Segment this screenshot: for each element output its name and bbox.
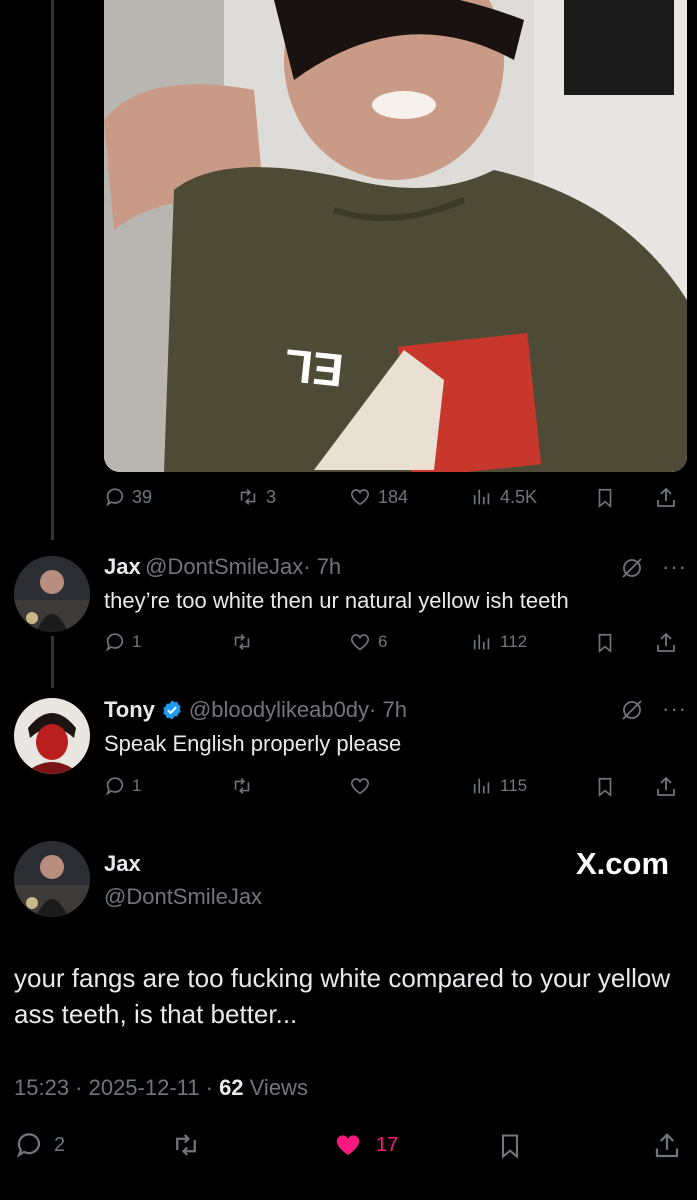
bookmark-icon bbox=[598, 777, 612, 798]
bookmark-button[interactable] bbox=[594, 631, 616, 655]
share-icon bbox=[655, 1133, 679, 1158]
analytics-icon bbox=[473, 634, 490, 650]
like-count: 6 bbox=[378, 632, 388, 651]
like-button[interactable]: 17 bbox=[332, 1130, 398, 1160]
reply-header: Tony @bloodylikeab0dy· 7h bbox=[104, 697, 407, 723]
analytics-icon bbox=[473, 778, 490, 794]
share-button[interactable] bbox=[654, 486, 678, 510]
repost-icon bbox=[234, 778, 250, 794]
views-button[interactable]: 4.5K bbox=[470, 486, 537, 508]
views-count: 62 bbox=[219, 1075, 244, 1100]
heart-icon bbox=[350, 634, 370, 651]
like-count: 184 bbox=[378, 486, 409, 507]
x-watermark: X.com bbox=[576, 846, 670, 881]
repost-icon bbox=[176, 1134, 196, 1156]
share-icon bbox=[657, 776, 675, 796]
analytics-icon bbox=[473, 489, 490, 505]
reply-icon bbox=[106, 777, 124, 796]
views-button[interactable]: 112 bbox=[470, 631, 527, 653]
post-time: · 7h bbox=[303, 554, 342, 579]
svg-text:EL: EL bbox=[282, 339, 346, 397]
repost-button[interactable] bbox=[170, 1130, 202, 1160]
repost-icon bbox=[240, 489, 256, 505]
post-time: · 7h bbox=[369, 697, 407, 722]
author-name[interactable]: Tony bbox=[104, 697, 155, 723]
repost-icon bbox=[234, 634, 250, 650]
reply-count: 39 bbox=[132, 486, 153, 507]
bookmark-button[interactable] bbox=[594, 775, 616, 799]
author-name[interactable]: Jax bbox=[104, 554, 141, 579]
share-button[interactable] bbox=[654, 775, 678, 799]
views-count: 4.5K bbox=[500, 486, 538, 507]
author-handle[interactable]: @bloodylikeab0dy bbox=[189, 697, 369, 722]
author-handle[interactable]: @DontSmileJax bbox=[104, 884, 262, 910]
avatar[interactable] bbox=[14, 556, 90, 632]
share-button[interactable] bbox=[654, 631, 678, 655]
thread-connector-mid bbox=[51, 636, 54, 688]
avatar[interactable] bbox=[14, 698, 90, 774]
bookmark-icon bbox=[598, 488, 612, 509]
reply-count: 1 bbox=[132, 632, 142, 651]
repost-button[interactable] bbox=[230, 775, 254, 797]
share-icon bbox=[657, 632, 675, 652]
grok-icon[interactable] bbox=[620, 698, 644, 727]
like-count: 17 bbox=[376, 1133, 399, 1156]
reply-count: 1 bbox=[132, 776, 142, 795]
like-button[interactable]: 184 bbox=[348, 486, 408, 508]
views-count: 115 bbox=[500, 776, 528, 795]
heart-icon bbox=[350, 778, 370, 795]
reply-icon bbox=[106, 488, 124, 507]
bookmark-button[interactable] bbox=[594, 486, 616, 510]
reply-button[interactable]: 2 bbox=[14, 1130, 65, 1160]
reply-icon bbox=[106, 633, 124, 652]
views-button[interactable]: 115 bbox=[470, 775, 527, 797]
avatar[interactable] bbox=[14, 841, 90, 917]
heart-icon bbox=[350, 489, 370, 506]
post-timestamp[interactable]: 15:23 · 2025-12-11 · bbox=[14, 1075, 219, 1100]
more-options-icon[interactable]: ··· bbox=[662, 696, 687, 722]
reply-button[interactable]: 39 bbox=[104, 486, 152, 508]
grok-icon[interactable] bbox=[620, 556, 644, 585]
reply-icon bbox=[16, 1133, 41, 1158]
reply-count: 2 bbox=[54, 1133, 66, 1156]
bookmark-icon bbox=[598, 633, 612, 654]
reply-header: Jax @DontSmileJax· 7h bbox=[104, 554, 341, 580]
thread-connector-top bbox=[51, 0, 54, 540]
repost-count: 3 bbox=[266, 486, 277, 507]
repost-button[interactable] bbox=[230, 631, 254, 653]
reply-text: Speak English properly please bbox=[104, 731, 402, 756]
reply-text: they’re too white then ur natural yellow… bbox=[104, 588, 569, 613]
reply-button[interactable]: 1 bbox=[104, 631, 141, 653]
post-text: your fangs are too fucking white compare… bbox=[14, 963, 671, 1029]
repost-button[interactable]: 3 bbox=[236, 486, 276, 508]
post-meta: 15:23 · 2025-12-11 · 62 Views bbox=[14, 1075, 308, 1101]
like-button[interactable]: 6 bbox=[348, 631, 387, 653]
bookmark-icon bbox=[501, 1134, 519, 1159]
reply-button[interactable]: 1 bbox=[104, 775, 141, 797]
verified-badge-icon bbox=[163, 700, 181, 720]
heart-filled-icon bbox=[336, 1135, 360, 1155]
views-count: 112 bbox=[500, 632, 528, 651]
share-icon bbox=[657, 487, 675, 507]
share-button[interactable] bbox=[652, 1130, 682, 1162]
author-handle[interactable]: @DontSmileJax bbox=[145, 554, 303, 579]
bookmark-button[interactable] bbox=[496, 1130, 524, 1162]
views-label: Views bbox=[243, 1075, 308, 1100]
post-photo[interactable]: EL bbox=[104, 0, 687, 472]
like-button[interactable] bbox=[348, 775, 372, 797]
more-options-icon[interactable]: ··· bbox=[662, 554, 687, 580]
author-name[interactable]: Jax bbox=[104, 851, 141, 877]
